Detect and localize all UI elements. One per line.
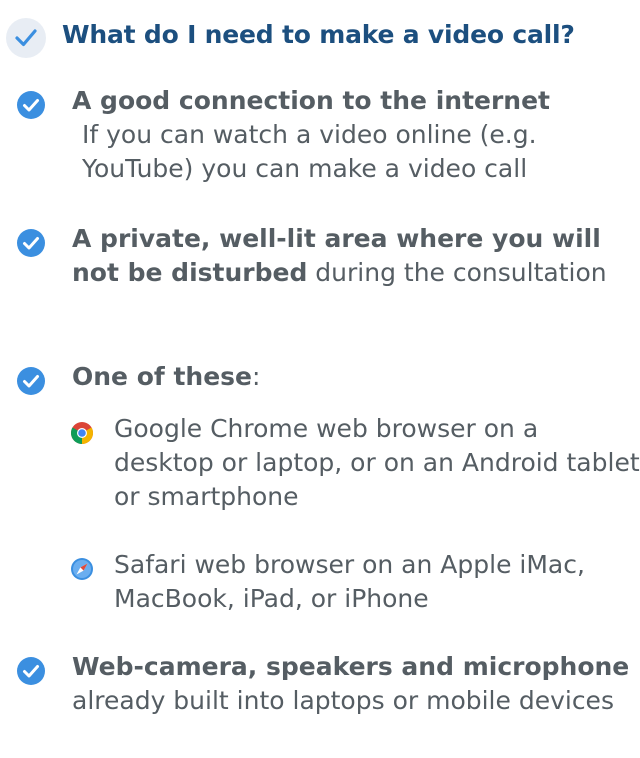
requirement-item: A private, well-lit area where you will … bbox=[16, 222, 636, 290]
requirement-item: A good connection to the internet If you… bbox=[16, 84, 636, 186]
checkmark-icon bbox=[6, 18, 46, 58]
safari-icon bbox=[71, 558, 93, 580]
requirement-text: Web-camera, speakers and microphone alre… bbox=[72, 650, 636, 718]
requirement-title: One of these bbox=[72, 362, 253, 391]
check-circle-icon bbox=[17, 657, 45, 685]
check-circle-icon bbox=[17, 91, 45, 119]
section-heading: What do I need to make a video call? bbox=[6, 18, 636, 58]
requirement-description: If you can watch a video online (e.g. Yo… bbox=[82, 120, 537, 183]
requirement-item: Web-camera, speakers and microphone alre… bbox=[16, 650, 636, 718]
check-circle-icon bbox=[17, 229, 45, 257]
browser-option-text: Google Chrome web browser on a desktop o… bbox=[114, 414, 640, 511]
requirement-text: A private, well-lit area where you will … bbox=[72, 222, 636, 290]
page-title: What do I need to make a video call? bbox=[62, 20, 575, 49]
requirement-title: A good connection to the internet bbox=[72, 86, 551, 115]
requirement-description: : bbox=[252, 362, 261, 391]
requirement-text: A good connection to the internet If you… bbox=[72, 84, 636, 186]
check-circle-icon bbox=[17, 367, 45, 395]
requirement-item: One of these: bbox=[16, 360, 636, 395]
requirement-text: One of these: bbox=[72, 360, 636, 394]
requirement-description: during the consultation bbox=[307, 258, 607, 287]
browser-option: Google Chrome web browser on a desktop o… bbox=[70, 412, 640, 514]
browser-option-text: Safari web browser on an Apple iMac, Mac… bbox=[114, 550, 585, 613]
chrome-icon bbox=[71, 422, 93, 444]
requirement-description: already built into laptops or mobile dev… bbox=[72, 686, 614, 715]
browser-option: Safari web browser on an Apple iMac, Mac… bbox=[70, 548, 640, 616]
requirement-title: Web-camera, speakers and microphone bbox=[72, 652, 630, 681]
